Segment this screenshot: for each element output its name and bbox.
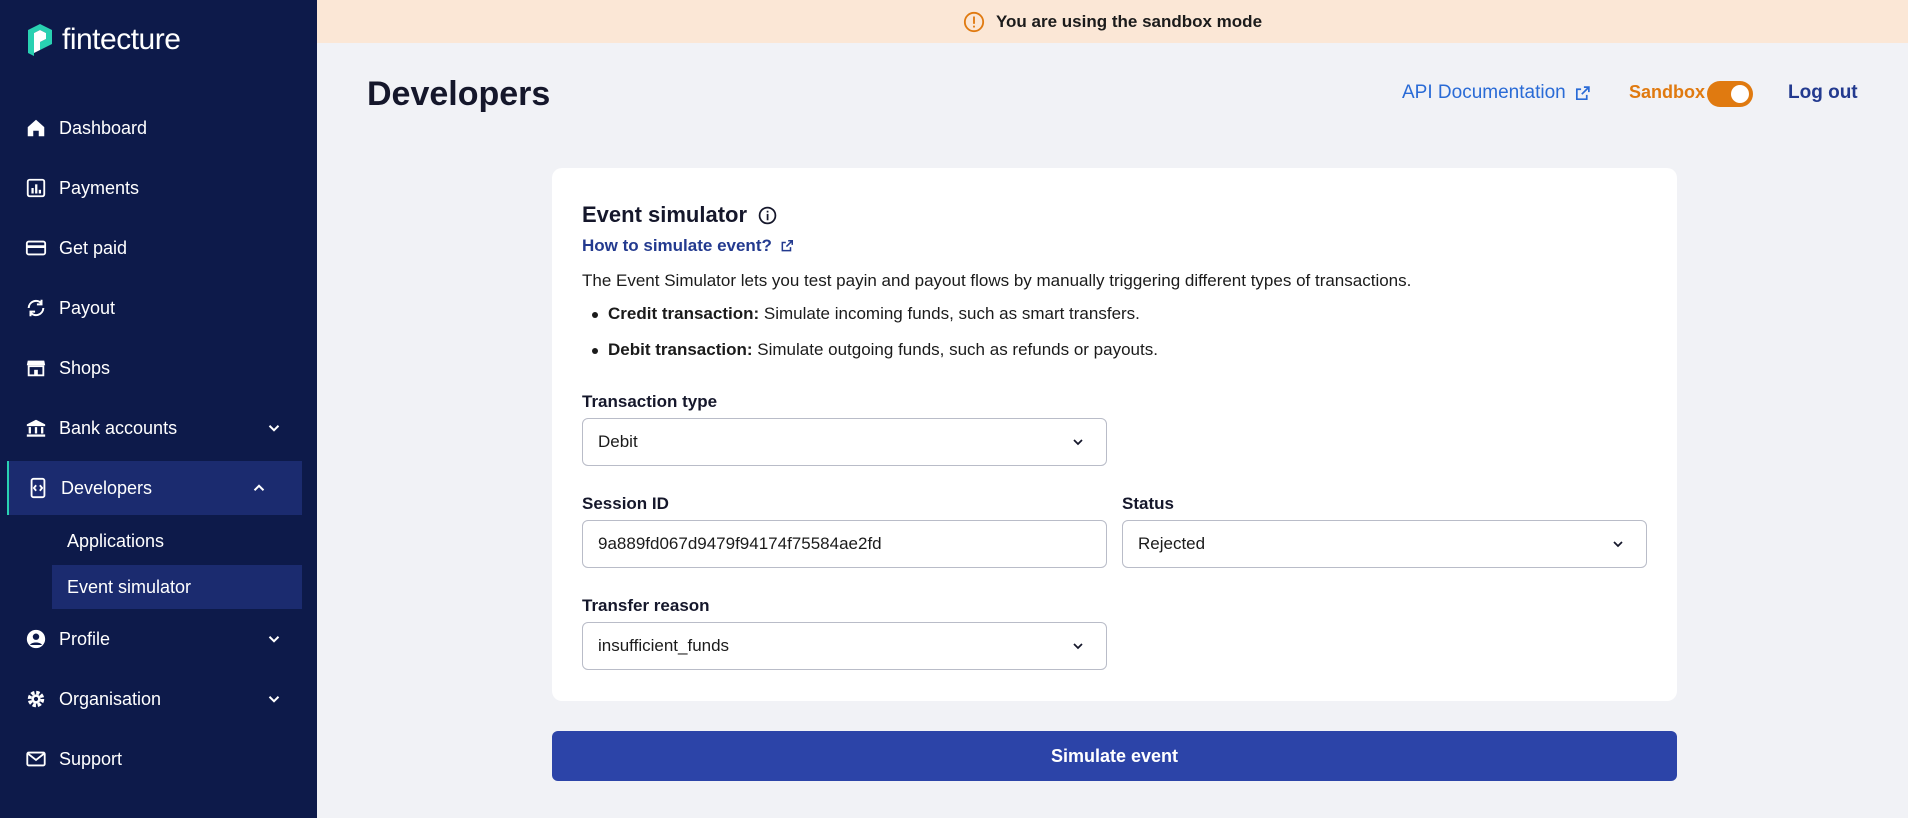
- sidebar-item-label: Payments: [59, 177, 140, 198]
- external-link-icon: [1575, 85, 1590, 100]
- chevron-down-icon: [268, 696, 280, 703]
- how-to-simulate-label: How to simulate event?: [582, 236, 772, 255]
- developer-icon: [27, 477, 49, 499]
- sidebar-item-payout[interactable]: Payout: [0, 278, 317, 338]
- info-icon[interactable]: [758, 206, 777, 225]
- status-select[interactable]: Rejected: [1122, 520, 1647, 568]
- simulate-event-button[interactable]: Simulate event: [552, 731, 1677, 781]
- sidebar-item-label: Developers: [61, 477, 153, 498]
- warning-icon: [963, 11, 985, 32]
- transfer-reason-select[interactable]: insufficient_funds: [582, 622, 1107, 670]
- sidebar-item-label: Get paid: [59, 237, 128, 258]
- chevron-up-icon: [253, 484, 265, 491]
- session-id-input[interactable]: 9a889fd067d9479f94174f75584ae2fd: [582, 520, 1107, 568]
- home-icon: [25, 117, 47, 139]
- sidebar-subitem-event-simulator[interactable]: Event simulator: [52, 565, 302, 609]
- session-id-value: 9a889fd067d9479f94174f75584ae2fd: [598, 534, 882, 553]
- gear-icon: [25, 688, 47, 710]
- bullet-term: Debit transaction:: [608, 340, 753, 359]
- logout-link[interactable]: Log out: [1788, 82, 1858, 104]
- sidebar-item-label: Dashboard: [59, 117, 148, 138]
- bank-icon: [25, 417, 47, 439]
- chevron-down-icon: [1073, 439, 1083, 446]
- sidebar-item-label: Organisation: [59, 688, 162, 709]
- how-to-simulate-link[interactable]: How to simulate event?: [582, 236, 794, 256]
- api-documentation-link[interactable]: API Documentation: [1402, 82, 1591, 104]
- fintecture-logo[interactable]: fintecture: [26, 22, 181, 58]
- transfer-reason-value: insufficient_funds: [598, 636, 730, 655]
- sidebar-subitem-applications[interactable]: Applications: [0, 518, 317, 565]
- event-simulator-card: Event simulator How to simulate event? T…: [552, 168, 1677, 701]
- sidebar-nav: Dashboard Payments Get paid Payout Shops: [0, 98, 317, 789]
- mail-icon: [25, 748, 47, 770]
- bullet-term: Credit transaction:: [608, 304, 760, 323]
- sidebar-item-dashboard[interactable]: Dashboard: [0, 98, 317, 158]
- transaction-type-value: Debit: [598, 432, 638, 451]
- sandbox-toggle[interactable]: [1707, 81, 1753, 107]
- transaction-bullets: Credit transaction: Simulate incoming fu…: [592, 304, 1158, 376]
- sandbox-label: Sandbox: [1629, 82, 1706, 102]
- status-label: Status: [1122, 494, 1174, 513]
- sidebar-item-get-paid[interactable]: Get paid: [0, 218, 317, 278]
- transfer-reason-label: Transfer reason: [582, 596, 710, 615]
- chevron-down-icon: [1613, 541, 1623, 548]
- simulator-description: The Event Simulator lets you test payin …: [582, 271, 1412, 290]
- card-title-text: Event simulator: [582, 202, 748, 227]
- sidebar-item-shops[interactable]: Shops: [0, 338, 317, 398]
- bar-chart-icon: [25, 177, 47, 199]
- session-id-label: Session ID: [582, 494, 669, 513]
- logo-text: fintecture: [62, 23, 181, 56]
- external-link-icon: [781, 239, 793, 252]
- card-title: Event simulator: [582, 202, 777, 228]
- bullet-text: Simulate outgoing funds, such as refunds…: [752, 340, 1158, 359]
- transaction-type-select[interactable]: Debit: [582, 418, 1107, 466]
- sidebar-item-label: Bank accounts: [59, 417, 178, 438]
- sidebar-item-bank-accounts[interactable]: Bank accounts: [0, 398, 317, 458]
- sandbox-banner: You are using the sandbox mode: [317, 0, 1908, 43]
- store-icon: [25, 357, 47, 379]
- chevron-down-icon: [268, 636, 280, 643]
- sidebar-item-organisation[interactable]: Organisation: [0, 669, 317, 729]
- sidebar-item-label: Support: [59, 748, 123, 769]
- list-item: Debit transaction: Simulate outgoing fun…: [592, 340, 1158, 376]
- sidebar-item-label: Shops: [59, 357, 111, 378]
- transaction-type-label: Transaction type: [582, 392, 718, 411]
- status-value: Rejected: [1138, 534, 1206, 553]
- list-item: Credit transaction: Simulate incoming fu…: [592, 304, 1158, 340]
- sidebar-item-label: Payout: [59, 297, 116, 318]
- chevron-down-icon: [268, 425, 280, 432]
- credit-card-icon: [25, 237, 47, 259]
- sync-icon: [25, 297, 47, 319]
- sidebar-item-label: Profile: [59, 628, 111, 649]
- sidebar-item-payments[interactable]: Payments: [0, 158, 317, 218]
- page-title: Developers: [367, 75, 551, 113]
- user-icon: [25, 628, 47, 650]
- sidebar-item-developers[interactable]: Developers: [7, 461, 302, 515]
- sidebar-item-profile[interactable]: Profile: [0, 609, 317, 669]
- sidebar-item-support[interactable]: Support: [0, 729, 317, 789]
- api-documentation-label: API Documentation: [1402, 82, 1566, 103]
- bullet-text: Simulate incoming funds, such as smart t…: [759, 304, 1140, 323]
- logo-mark-icon: [26, 22, 54, 58]
- sidebar: fintecture Dashboard Payments Get paid P…: [0, 0, 317, 818]
- banner-text: You are using the sandbox mode: [995, 11, 1263, 31]
- toggle-knob: [1731, 85, 1749, 103]
- chevron-down-icon: [1073, 643, 1083, 650]
